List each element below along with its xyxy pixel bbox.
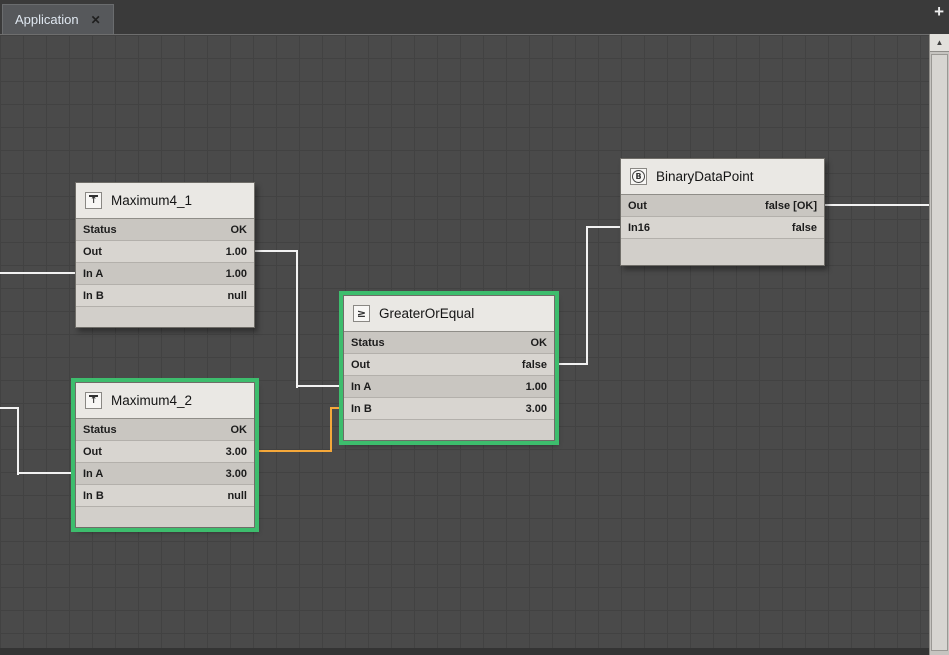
row-label: In B (83, 290, 104, 302)
wire-segment[interactable] (586, 226, 620, 228)
wire-segment[interactable] (255, 250, 298, 252)
maximum-icon: ↑ (85, 392, 102, 409)
row-value: 1.00 (226, 246, 247, 258)
block-row-status[interactable]: Status OK (76, 419, 254, 441)
row-label: In B (83, 490, 104, 502)
block-title: Maximum4_1 (111, 193, 192, 208)
row-label: In B (351, 403, 372, 415)
wire-segment[interactable] (17, 407, 19, 475)
row-label: Out (83, 446, 102, 458)
wire-segment[interactable] (296, 250, 298, 388)
block-header[interactable]: ↑ Maximum4_2 (76, 383, 254, 419)
block-row-in16[interactable]: In16 false (621, 217, 824, 239)
row-label: Status (83, 424, 117, 436)
block-header[interactable]: B BinaryDataPoint (621, 159, 824, 195)
row-value: false [OK] (765, 200, 817, 212)
block-row-in-b[interactable]: In B 3.00 (344, 398, 554, 420)
row-value: 1.00 (226, 268, 247, 280)
block-row-status[interactable]: Status OK (76, 219, 254, 241)
block-row-in-b[interactable]: In B null (76, 485, 254, 507)
row-value: null (227, 290, 247, 302)
scroll-up-arrow-icon: ▲ (936, 38, 944, 47)
wire-segment[interactable] (330, 407, 343, 409)
function-block-maximum4-2[interactable]: ↑ Maximum4_2 Status OK Out 3.00 In A 3.0… (75, 382, 255, 528)
row-value: 3.00 (226, 446, 247, 458)
block-row-status[interactable]: Status OK (344, 332, 554, 354)
function-block-maximum4-1[interactable]: ↑ Maximum4_1 Status OK Out 1.00 In A 1.0… (75, 182, 255, 328)
binary-datapoint-icon: B (630, 168, 647, 185)
row-label: Status (351, 337, 385, 349)
tab-bar: Application ✕ + (0, 0, 949, 34)
greater-or-equal-icon: ≥ (353, 305, 370, 322)
wire-segment[interactable] (255, 450, 332, 452)
wire-segment[interactable] (296, 385, 343, 387)
row-value: 1.00 (526, 381, 547, 393)
tab-application[interactable]: Application ✕ (2, 4, 114, 34)
horizontal-scrollbar-track[interactable] (0, 648, 929, 655)
row-label: In A (351, 381, 371, 393)
block-row-out[interactable]: Out 1.00 (76, 241, 254, 263)
block-footer (76, 307, 254, 327)
row-label: In A (83, 468, 103, 480)
row-value: OK (231, 424, 248, 436)
block-header[interactable]: ↑ Maximum4_1 (76, 183, 254, 219)
vertical-scrollbar[interactable]: ▲ (929, 34, 949, 655)
block-title: GreaterOrEqual (379, 306, 474, 321)
block-footer (621, 239, 824, 265)
block-header[interactable]: ≥ GreaterOrEqual (344, 296, 554, 332)
wire-sheet-canvas[interactable]: ↑ Maximum4_1 Status OK Out 1.00 In A 1.0… (0, 34, 949, 655)
wire-segment[interactable] (17, 472, 75, 474)
block-title: BinaryDataPoint (656, 169, 754, 184)
block-row-out[interactable]: Out false (344, 354, 554, 376)
block-row-in-b[interactable]: In B null (76, 285, 254, 307)
row-value: OK (231, 224, 248, 236)
wire-segment[interactable] (555, 363, 588, 365)
wire-segment[interactable] (0, 272, 76, 274)
block-row-in-a[interactable]: In A 3.00 (76, 463, 254, 485)
row-value: 3.00 (526, 403, 547, 415)
scrollbar-thumb[interactable] (931, 54, 948, 651)
row-value: false (792, 222, 817, 234)
row-label: In A (83, 268, 103, 280)
maximum-icon: ↑ (85, 192, 102, 209)
row-value: OK (531, 337, 548, 349)
tab-label: Application (15, 12, 79, 27)
close-icon[interactable]: ✕ (91, 14, 101, 26)
block-row-out[interactable]: Out false [OK] (621, 195, 824, 217)
wire-segment[interactable] (586, 226, 588, 365)
function-block-binarydatapoint[interactable]: B BinaryDataPoint Out false [OK] In16 fa… (620, 158, 825, 266)
wire-segment[interactable] (330, 407, 332, 452)
scroll-up-button[interactable]: ▲ (930, 34, 949, 52)
row-label: Status (83, 224, 117, 236)
block-title: Maximum4_2 (111, 393, 192, 408)
row-label: Out (628, 200, 647, 212)
block-footer (344, 420, 554, 440)
row-value: 3.00 (226, 468, 247, 480)
row-label: Out (83, 246, 102, 258)
wire-segment[interactable] (825, 204, 930, 206)
function-block-greaterorequal[interactable]: ≥ GreaterOrEqual Status OK Out false In … (343, 295, 555, 441)
row-label: In16 (628, 222, 650, 234)
row-value: false (522, 359, 547, 371)
block-footer (76, 507, 254, 527)
block-row-in-a[interactable]: In A 1.00 (76, 263, 254, 285)
add-tab-button[interactable]: + (934, 3, 944, 20)
row-label: Out (351, 359, 370, 371)
block-row-out[interactable]: Out 3.00 (76, 441, 254, 463)
row-value: null (227, 490, 247, 502)
block-row-in-a[interactable]: In A 1.00 (344, 376, 554, 398)
